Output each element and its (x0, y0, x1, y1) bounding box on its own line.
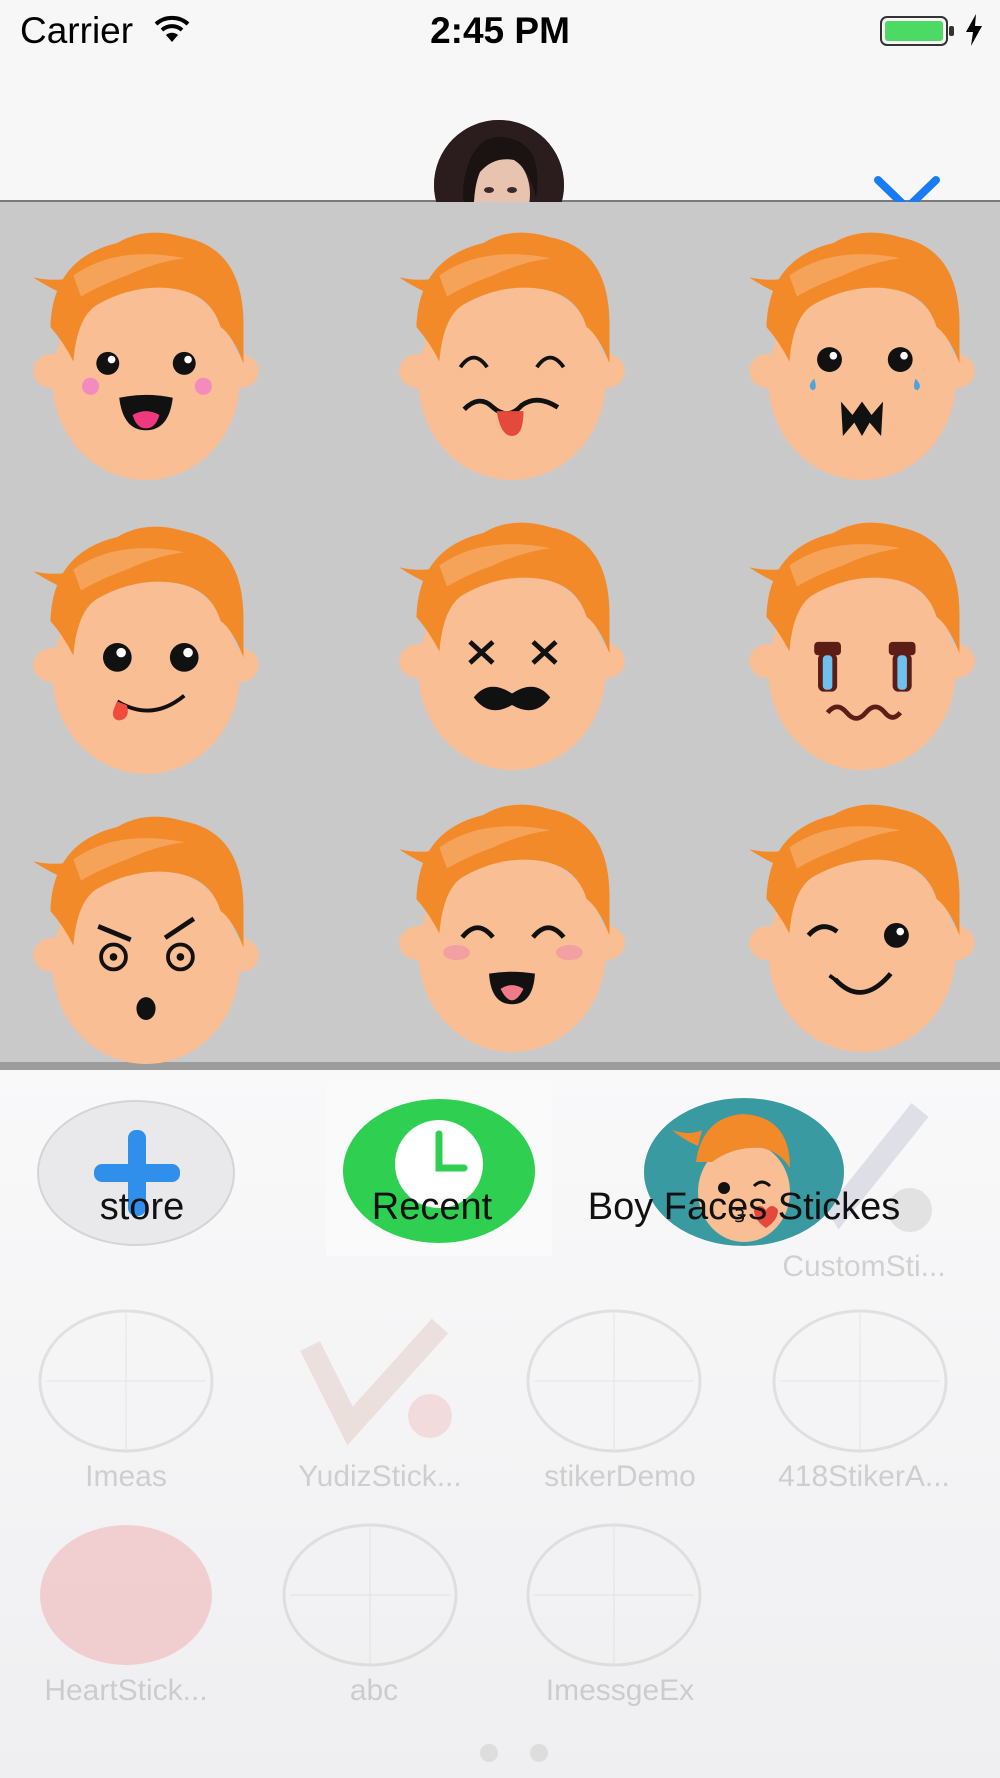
ghost-app-label: CustomSti... (782, 1250, 946, 1283)
clock-icon (326, 1086, 552, 1256)
grid-placeholder-icon (772, 1309, 948, 1453)
conversation-header (0, 64, 1000, 250)
grid-placeholder-icon (282, 1523, 458, 1667)
heart-face-icon (40, 1525, 212, 1665)
boy-faces-label: Boy Faces Stickes (587, 1186, 901, 1228)
boy-face-icon (33, 526, 259, 774)
sticker-smile-tongue[interactable] (26, 514, 266, 774)
boy-face-icon (33, 232, 259, 480)
sticker-crying-fangs[interactable] (742, 220, 982, 480)
sticker-laughing-blush[interactable] (392, 792, 632, 1052)
ghost-app-icon (770, 1306, 950, 1461)
grid-placeholder-icon (38, 1309, 214, 1453)
sticker-wink-smile[interactable] (742, 792, 982, 1052)
charging-bolt-icon (966, 14, 982, 46)
grid-placeholder-icon (526, 1523, 702, 1667)
boy-face-icon (399, 804, 625, 1052)
ghost-app-icon (36, 1306, 216, 1461)
ghost-app-icon (524, 1306, 704, 1461)
boy-face-icon (399, 232, 625, 480)
ghost-app-label: ImessgeEx (545, 1674, 695, 1707)
ghost-app-label: YudizStick... (298, 1460, 462, 1493)
ghost-app-icon (280, 1520, 460, 1675)
sticker-tears-wavy[interactable] (742, 510, 982, 770)
ghost-app-label: 418StikerA... (778, 1460, 950, 1493)
sticker-angry-shocked[interactable] (26, 804, 266, 1064)
ghost-app-icon (36, 1520, 216, 1675)
sticker-grid (0, 202, 1000, 1070)
boy-face-icon (749, 804, 975, 1052)
boy-face-icon (749, 232, 975, 480)
page-dot[interactable] (480, 1744, 498, 1762)
app-drawer: CustomSti... Imeas YudizStick... stikerD… (0, 1070, 1000, 1778)
check-icon (300, 1318, 452, 1446)
sticker-dizzy-x[interactable] (392, 510, 632, 770)
battery-icon (880, 16, 954, 46)
boy-face-icon (399, 522, 625, 770)
ghost-app-icon (290, 1306, 470, 1461)
boy-face-icon (33, 816, 259, 1064)
boy-faces-app-button[interactable]: 3 (642, 1096, 846, 1253)
ghost-app-label: abc (349, 1674, 399, 1707)
store-label: store (99, 1186, 185, 1228)
ghost-app-label: Imeas (85, 1460, 167, 1493)
sticker-squint-tongue[interactable] (392, 220, 632, 480)
page-dot[interactable] (530, 1744, 548, 1762)
grid-placeholder-icon (526, 1309, 702, 1453)
recent-app-button[interactable] (326, 1086, 552, 1261)
ghost-app-label: HeartStick... (44, 1674, 208, 1707)
clock-time: 2:45 PM (430, 10, 570, 51)
sticker-happy-tongue[interactable] (26, 220, 266, 480)
boy-face-icon (749, 522, 975, 770)
ghost-app-icon (524, 1520, 704, 1675)
page-indicator[interactable] (464, 1744, 564, 1767)
ghost-app-label: stikerDemo (544, 1460, 696, 1493)
status-bar: Carrier 2:45 PM (0, 0, 1000, 64)
recent-label: Recent (371, 1186, 493, 1228)
store-app-button[interactable] (36, 1098, 236, 1253)
